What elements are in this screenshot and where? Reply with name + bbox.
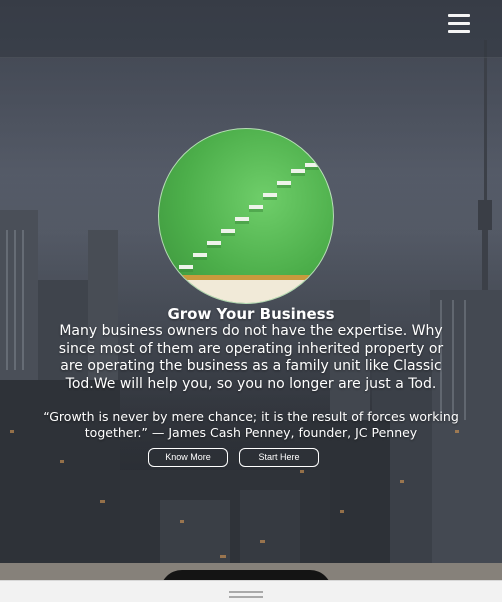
hero-description: Many business owners do not have the exp… [58,323,444,392]
know-more-button[interactable]: Know More [148,448,228,467]
hero-content: Grow Your Business Many business owners … [0,305,502,441]
drag-handle-icon[interactable] [229,591,263,599]
start-here-button[interactable]: Start Here [239,448,319,467]
staircase-illustration [159,163,333,303]
hamburger-menu-icon[interactable] [448,14,470,34]
menu-line [448,22,470,25]
handle-line [229,591,263,593]
bottom-bar [0,580,502,602]
hero-buttons: Know More Start Here [0,448,502,467]
hero-quote: “Growth is never by mere chance; it is t… [43,409,459,440]
menu-line [448,14,470,17]
green-staircase-image [158,128,334,304]
top-navigation-bar [0,0,502,58]
handle-line [229,596,263,598]
menu-line [448,30,470,33]
hero-title: Grow Your Business [167,305,335,323]
